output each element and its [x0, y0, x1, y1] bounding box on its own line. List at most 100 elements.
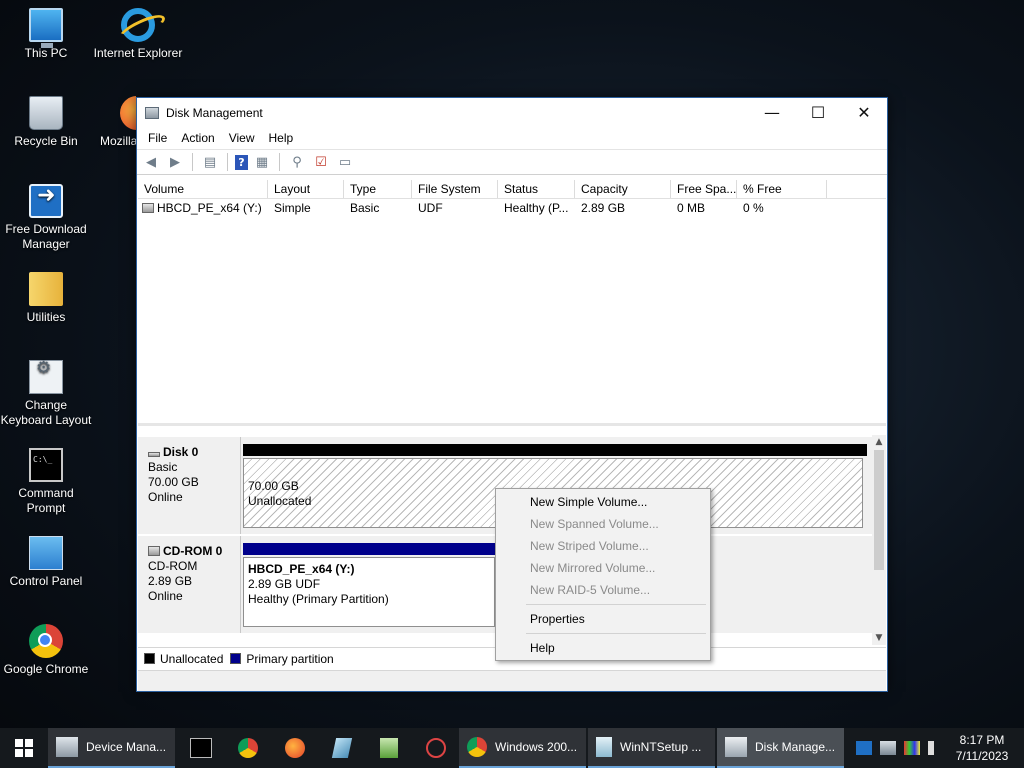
scroll-down-icon[interactable]: ▼: [872, 631, 886, 645]
notepad-icon: [331, 738, 352, 758]
download-manager-icon[interactable]: [856, 741, 872, 755]
scrollbar-thumb[interactable]: [874, 450, 884, 570]
desktop-icon-mozilla[interactable]: Mozilla: [92, 96, 136, 149]
menu-separator: [526, 604, 706, 605]
menu-item-new-simple-volume[interactable]: New Simple Volume...: [496, 491, 710, 513]
context-menu: New Simple Volume... New Spanned Volume.…: [495, 488, 711, 661]
taskbar-item-label: Disk Manage...: [755, 740, 836, 754]
primary-partition[interactable]: HBCD_PE_x64 (Y:) 2.89 GB UDF Healthy (Pr…: [243, 557, 495, 627]
toolbar: ◀ ▶ ▤ ? ▦ ⚲ ☑ ▭: [137, 149, 887, 175]
display-icon[interactable]: [904, 741, 920, 755]
clock-time: 8:17 PM: [959, 733, 1005, 747]
scroll-up-icon[interactable]: ▲: [872, 435, 886, 449]
taskbar-item-device-manager[interactable]: Device Mana...: [48, 728, 175, 768]
taskbar-item-app-1[interactable]: [318, 728, 365, 768]
disk-state: Online: [148, 589, 183, 603]
disk-label[interactable]: CD-ROM 0 CD-ROM 2.89 GB Online: [138, 536, 241, 633]
desktop-icon-command-prompt[interactable]: Command Prompt: [0, 448, 92, 516]
window-title: Disk Management: [166, 105, 263, 120]
forward-arrow-icon[interactable]: ▶: [165, 153, 185, 171]
legend-item-unallocated: Unallocated: [144, 652, 223, 666]
legend-label: Primary partition: [246, 651, 334, 666]
column-volume[interactable]: Volume: [138, 180, 268, 198]
desktop-icon-label: Control Panel: [9, 574, 83, 588]
column-status[interactable]: Status: [498, 180, 575, 198]
taskbar-item-firefox[interactable]: [271, 728, 318, 768]
primary-partition-stripe: [243, 543, 495, 555]
desktop-icon-recycle-bin[interactable]: Recycle Bin: [0, 96, 92, 149]
minimize-button[interactable]: —: [749, 98, 795, 127]
volume-free-space: 0 MB: [677, 201, 706, 215]
title-bar[interactable]: Disk Management — ☐ ✕: [137, 98, 887, 127]
chrome-icon: [237, 738, 258, 758]
desktop-icon-this-pc[interactable]: This PC: [0, 8, 92, 61]
partition-name: HBCD_PE_x64 (Y:): [248, 562, 355, 576]
volume-icon[interactable]: [928, 741, 942, 755]
vertical-scrollbar[interactable]: ▲ ▼: [872, 435, 886, 645]
menu-item-help[interactable]: Help: [496, 637, 710, 659]
volume-list: Volume Layout Type File System Status Ca…: [138, 180, 886, 426]
taskbar-item-winntsetup[interactable]: WinNTSetup ...: [588, 728, 715, 768]
column-type[interactable]: Type: [344, 180, 412, 198]
help-icon[interactable]: ?: [235, 154, 248, 170]
taskbar-item-windows-200[interactable]: Windows 200...: [459, 728, 586, 768]
list-view-icon[interactable]: ▦: [252, 153, 272, 171]
taskbar-item-app-3[interactable]: [412, 728, 459, 768]
disk-icon: [148, 452, 160, 457]
toolbar-separator: [279, 153, 280, 171]
column-file-system[interactable]: File System: [412, 180, 498, 198]
network-icon[interactable]: [880, 741, 896, 755]
legend-swatch: [144, 653, 155, 664]
disk-management-icon: [145, 106, 159, 119]
clock[interactable]: 8:17 PM 7/11/2023: [946, 732, 1018, 764]
download-manager-icon: [29, 184, 63, 218]
partition-fs: 2.89 GB UDF: [248, 577, 321, 591]
internet-explorer-icon: [121, 8, 155, 42]
desktop-icon-google-chrome[interactable]: Google Chrome: [0, 624, 92, 677]
chrome-icon: [467, 737, 487, 757]
taskbar-item-label: Windows 200...: [495, 740, 578, 754]
desktop-icon-control-panel[interactable]: Control Panel: [0, 536, 92, 589]
menu-item-new-mirrored-volume[interactable]: New Mirrored Volume...: [496, 557, 710, 579]
taskbar-item-disk-management[interactable]: Disk Manage...: [717, 728, 844, 768]
disk-label[interactable]: Disk 0 Basic 70.00 GB Online: [138, 437, 241, 534]
close-button[interactable]: ✕: [841, 98, 887, 127]
desktop-icon-change-keyboard-layout[interactable]: Change Keyboard Layout: [0, 360, 92, 428]
command-prompt-icon: [189, 738, 212, 758]
taskbar-item-app-2[interactable]: [365, 728, 412, 768]
check-icon[interactable]: ☑: [311, 153, 331, 171]
back-arrow-icon[interactable]: ◀: [141, 153, 161, 171]
menu-item-new-striped-volume[interactable]: New Striped Volume...: [496, 535, 710, 557]
menu-file[interactable]: File: [141, 131, 174, 145]
menu-action[interactable]: Action: [174, 131, 221, 145]
start-button[interactable]: [0, 728, 48, 768]
menu-item-new-spanned-volume[interactable]: New Spanned Volume...: [496, 513, 710, 535]
column-layout[interactable]: Layout: [268, 180, 344, 198]
properties-icon[interactable]: ▭: [335, 153, 355, 171]
taskbar-item-label: Device Mana...: [86, 740, 167, 754]
volume-status: Healthy (P...: [504, 201, 569, 215]
column-free-space[interactable]: Free Spa...: [671, 180, 737, 198]
volume-type: Basic: [350, 201, 380, 215]
volume-file-system: UDF: [418, 201, 443, 215]
taskbar-item-chrome[interactable]: [224, 728, 271, 768]
desktop-icon-free-download-manager[interactable]: Free Download Manager: [0, 184, 92, 252]
column-capacity[interactable]: Capacity: [575, 180, 671, 198]
taskbar: Device Mana... Windows 200... WinNTSetup…: [0, 728, 1024, 768]
partition-status: Healthy (Primary Partition): [248, 592, 389, 606]
menu-item-new-raid5-volume[interactable]: New RAID-5 Volume...: [496, 579, 710, 601]
desktop-icon-internet-explorer[interactable]: Internet Explorer: [92, 8, 184, 61]
menu-item-properties[interactable]: Properties: [496, 608, 710, 630]
taskbar-item-command-prompt[interactable]: [177, 728, 224, 768]
desktop-icon-utilities[interactable]: Utilities: [0, 272, 92, 325]
table-row[interactable]: HBCD_PE_x64 (Y:) Simple Basic UDF Health…: [138, 199, 886, 217]
column-percent-free[interactable]: % Free: [737, 180, 827, 198]
connect-icon[interactable]: ⚲: [287, 153, 307, 171]
volume-layout: Simple: [274, 201, 311, 215]
maximize-button[interactable]: ☐: [795, 98, 841, 127]
desktop-icon-label: Google Chrome: [3, 662, 89, 676]
menu-view[interactable]: View: [222, 131, 262, 145]
show-hide-console-tree-icon[interactable]: ▤: [200, 153, 220, 171]
menu-help[interactable]: Help: [262, 131, 301, 145]
desktop-icon-label: Utilities: [26, 310, 66, 324]
